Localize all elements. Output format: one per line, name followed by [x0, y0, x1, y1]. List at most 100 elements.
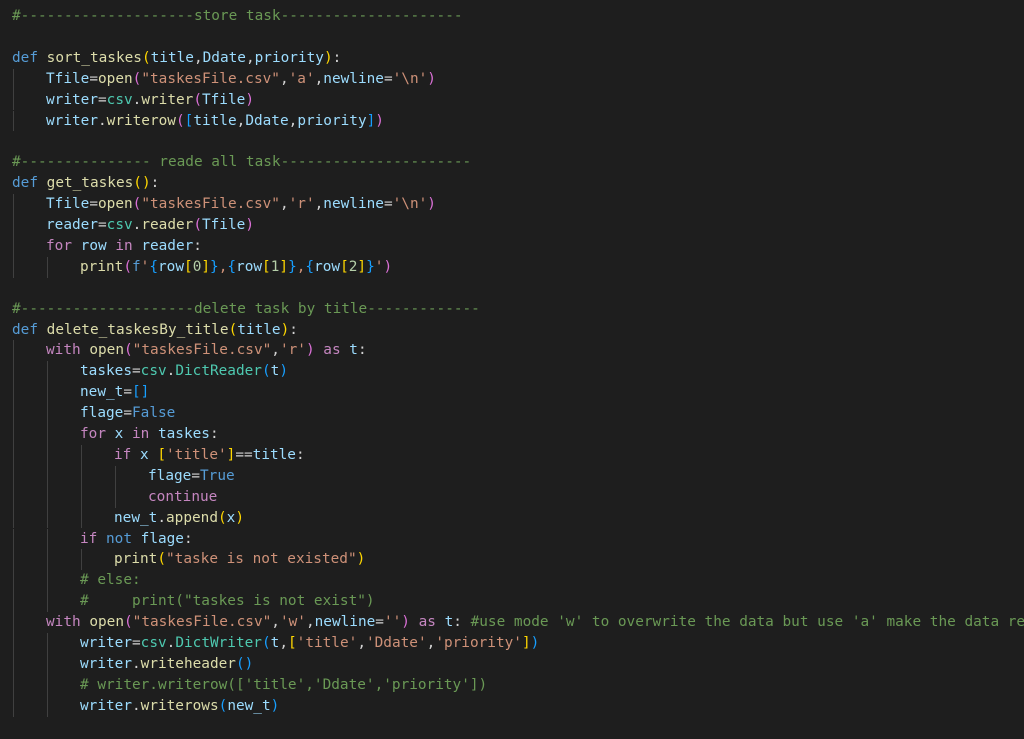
code-line[interactable]: with open("taskesFile.csv",'w',newline='…: [46, 612, 1024, 633]
code-line[interactable]: writer=csv.writer(Tfile): [46, 90, 254, 111]
code-token: t: [270, 363, 280, 380]
code-token: :: [295, 446, 305, 463]
code-token: ]: [201, 258, 211, 275]
code-token: open: [89, 342, 124, 359]
indent-guide: [115, 465, 116, 487]
code-line[interactable]: new_t.append(x): [114, 508, 244, 529]
code-token: ): [270, 697, 280, 714]
code-line[interactable]: #--------------- reade all task---------…: [12, 152, 471, 173]
code-token: (: [217, 509, 227, 526]
code-token: 'w': [279, 614, 306, 631]
code-line[interactable]: def sort_taskes(title,Ddate,priority):: [12, 48, 341, 69]
indent-guide: [47, 549, 48, 571]
code-token: sort_taskes: [46, 49, 142, 66]
code-token: True: [200, 467, 235, 484]
code-token: ,: [279, 196, 289, 213]
code-line[interactable]: with open("taskesFile.csv",'r') as t:: [46, 340, 367, 361]
code-line[interactable]: print("taske is not existed"): [114, 549, 365, 570]
code-token: print: [80, 258, 124, 275]
code-token: =: [383, 196, 393, 213]
code-token: (: [193, 91, 202, 108]
code-token: DictReader: [175, 363, 262, 380]
code-token: if: [80, 530, 106, 547]
code-token: :: [357, 342, 367, 359]
code-token: ,: [314, 196, 324, 213]
code-line[interactable]: if not flage:: [80, 529, 193, 550]
code-token: ): [305, 342, 315, 359]
indent-guide: [115, 486, 116, 508]
code-token: for: [46, 237, 81, 254]
code-token: row: [158, 258, 185, 275]
indent-guide: [13, 695, 14, 717]
code-line[interactable]: #--------------------delete task by titl…: [12, 299, 480, 320]
code-line[interactable]: new_t=[]: [80, 382, 149, 403]
code-token: #--------------------delete task by titl…: [12, 300, 480, 317]
code-line[interactable]: # print("taskes is not exist"): [80, 591, 375, 612]
code-token: ): [235, 509, 244, 526]
code-line[interactable]: flage=False: [80, 403, 175, 424]
code-line[interactable]: reader=csv.reader(Tfile): [46, 215, 254, 236]
code-line[interactable]: continue: [148, 487, 217, 508]
code-token: =: [191, 467, 200, 484]
code-line[interactable]: writer=csv.DictWriter(t,['title','Ddate'…: [80, 633, 539, 654]
code-token: in: [123, 426, 158, 442]
code-token: ]: [366, 112, 376, 129]
code-token: '': [383, 614, 402, 631]
indent-guide: [13, 486, 14, 508]
code-token: =: [123, 384, 132, 401]
code-editor[interactable]: #--------------------store task---------…: [0, 0, 1024, 739]
code-token: (): [133, 175, 151, 192]
indent-guide: [13, 444, 14, 466]
indent-guide: [81, 507, 82, 529]
code-token: #--------------- reade all task---------…: [12, 154, 472, 171]
code-line[interactable]: print(f'{row[0]},{row[1]},{row[2]}'): [80, 257, 392, 278]
indent-guide: [81, 549, 82, 571]
code-token: taskes: [80, 363, 132, 380]
code-token: row: [80, 237, 107, 254]
code-token: ,: [236, 112, 246, 129]
code-line[interactable]: for x in taskes:: [80, 424, 219, 445]
code-line[interactable]: def delete_taskesBy_title(title):: [12, 320, 298, 341]
code-line[interactable]: Tfile=open("taskesFile.csv",'a',newline=…: [46, 69, 436, 90]
code-token: as: [409, 614, 445, 631]
code-token: }: [288, 258, 297, 275]
code-line[interactable]: flage=True: [148, 466, 235, 487]
code-token: .: [131, 697, 141, 714]
code-token: with: [46, 614, 90, 631]
indent-guide: [13, 235, 14, 257]
code-token: =: [97, 91, 107, 108]
code-line[interactable]: writer.writerow([title,Ddate,priority]): [46, 111, 384, 132]
code-token: Tfile: [46, 196, 90, 213]
code-line[interactable]: taskes=csv.DictReader(t): [80, 361, 288, 382]
code-token: #use mode 'w' to overwrite the data but …: [470, 614, 1024, 631]
code-line[interactable]: def get_taskes():: [12, 173, 159, 194]
indent-guide: [13, 361, 14, 383]
code-line[interactable]: for row in reader:: [46, 236, 202, 257]
code-token: :: [289, 321, 298, 338]
code-line[interactable]: # writer.writerow(['title','Ddate','prio…: [80, 675, 487, 696]
code-line[interactable]: #--------------------store task---------…: [12, 6, 463, 27]
code-line[interactable]: writer.writerows(new_t): [80, 696, 279, 717]
code-token: row: [314, 258, 341, 275]
code-token: :: [453, 614, 471, 631]
code-token: "taskesFile.csv": [141, 196, 280, 213]
code-token: (: [123, 342, 133, 359]
code-token: newline: [323, 196, 384, 213]
indent-guide: [13, 633, 14, 654]
code-token: ): [530, 635, 540, 651]
indent-guide: [47, 382, 48, 404]
code-line[interactable]: # else:: [80, 570, 141, 591]
code-token: :: [209, 426, 219, 442]
indent-guide: [81, 465, 82, 487]
code-token: flage: [80, 405, 124, 422]
code-line[interactable]: Tfile=open("taskesFile.csv",'r',newline=…: [46, 194, 436, 215]
code-token: [: [287, 635, 297, 651]
code-token: {: [227, 258, 237, 275]
code-token: writer: [46, 112, 98, 129]
code-token: ,: [271, 614, 280, 631]
code-token: "taskesFile.csv": [141, 70, 280, 87]
code-line[interactable]: if x ['title']==title:: [114, 445, 305, 466]
code-token: def: [12, 321, 47, 338]
code-line[interactable]: writer.writeheader(): [80, 654, 253, 675]
code-token: ,: [288, 112, 298, 129]
